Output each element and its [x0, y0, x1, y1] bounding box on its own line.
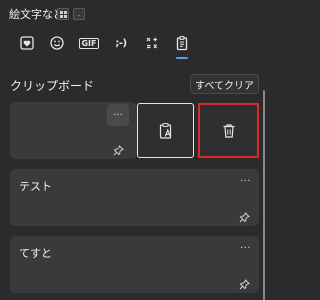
more-options-button[interactable]: ··· [107, 104, 129, 126]
pin-icon [239, 279, 250, 290]
more-options-button[interactable]: ··· [240, 176, 251, 187]
window-title: 絵文字など [9, 8, 64, 21]
heart-sticker-icon [20, 36, 34, 50]
pin-button[interactable] [239, 275, 250, 294]
category-tabs: GIF ;-) [0, 30, 269, 58]
period-key-icon: . [73, 8, 85, 20]
pin-button[interactable] [113, 141, 124, 160]
scrollbar[interactable] [263, 90, 265, 300]
clipboard-item[interactable]: テスト ··· [10, 169, 259, 226]
tab-gif[interactable]: GIF [76, 30, 102, 56]
delete-icon [223, 123, 234, 138]
tab-stickers[interactable] [14, 30, 40, 56]
clipboard-title: クリップボード [10, 79, 95, 93]
pin-icon [239, 212, 250, 223]
tab-symbols[interactable] [139, 30, 165, 56]
tab-emoji[interactable] [44, 30, 70, 56]
clipboard-item[interactable]: てすと ··· [10, 236, 259, 293]
kaomoji-icon: ;-) [115, 37, 127, 49]
clipboard-item-text: てすと [19, 247, 52, 260]
clipboard-item-text: テスト [19, 180, 52, 193]
tab-kaomoji[interactable]: ;-) [108, 30, 134, 56]
paste-as-text-button[interactable] [137, 103, 194, 158]
pin-icon [113, 145, 124, 156]
selected-tab-indicator [176, 57, 188, 59]
gif-icon: GIF [79, 37, 99, 49]
windows-key-icon [57, 8, 69, 20]
pin-button[interactable] [239, 208, 250, 227]
clear-all-button[interactable]: すべてクリア [190, 74, 259, 94]
delete-button[interactable] [198, 103, 259, 158]
paste-as-text-icon [159, 122, 171, 139]
title-bar: 絵文字など . [0, 0, 269, 28]
smiley-icon [50, 36, 64, 50]
tab-clipboard[interactable] [169, 30, 195, 56]
symbols-icon [146, 37, 157, 49]
clipboard-icon [176, 36, 188, 51]
more-options-button[interactable]: ··· [240, 243, 251, 254]
